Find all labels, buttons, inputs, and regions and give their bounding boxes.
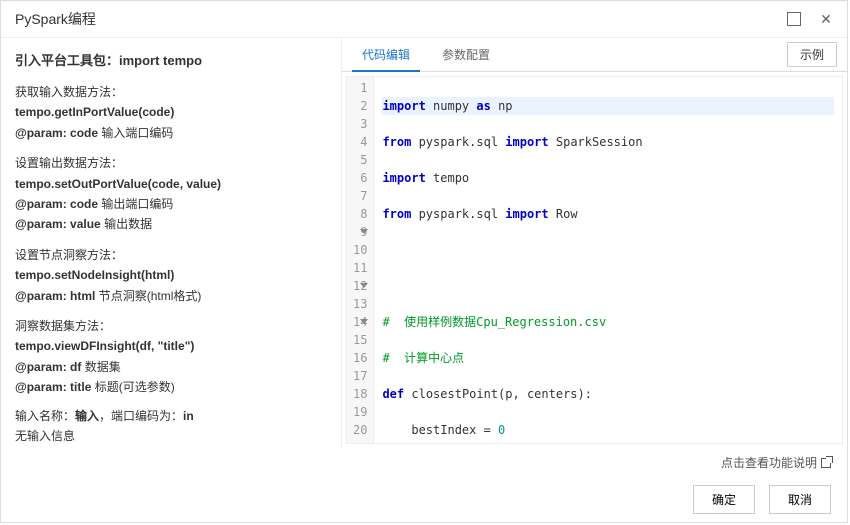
tab-param-config[interactable]: 参数配置 bbox=[432, 38, 500, 72]
pyspark-dialog: PySpark编程 ✕ 引入平台工具包：import tempo 获取输入数据方… bbox=[0, 0, 848, 523]
section-get-input: 获取输入数据方法： tempo.getInPortValue(code) @pa… bbox=[15, 82, 327, 143]
help-link[interactable]: 点击查看功能说明 bbox=[721, 456, 831, 470]
cancel-button[interactable]: 取消 bbox=[769, 485, 831, 514]
titlebar: PySpark编程 ✕ bbox=[1, 1, 847, 38]
method-sig: tempo.getInPortValue(code) bbox=[15, 102, 327, 122]
section-node-insight: 设置节点洞察方法： tempo.setNodeInsight(html) @pa… bbox=[15, 245, 327, 306]
tab-code-edit[interactable]: 代码编辑 bbox=[352, 38, 420, 72]
dialog-body: 引入平台工具包：import tempo 获取输入数据方法： tempo.get… bbox=[1, 38, 847, 448]
input-info: 输入名称：输入，端口编码为：in bbox=[15, 406, 327, 426]
section-title: 获取输入数据方法： bbox=[15, 82, 327, 102]
window-title: PySpark编程 bbox=[15, 9, 96, 29]
editor-panel: 代码编辑 参数配置 示例 123456789101112131415161718… bbox=[341, 38, 847, 448]
section-title: 设置输出数据方法： bbox=[15, 153, 327, 173]
line-gutter: 12345678910111213141516171819202122 bbox=[347, 77, 374, 443]
code-area[interactable]: import numpy as np from pyspark.sql impo… bbox=[374, 77, 842, 443]
window-controls: ✕ bbox=[787, 12, 833, 26]
import-header: 引入平台工具包：import tempo bbox=[15, 50, 327, 72]
doc-panel: 引入平台工具包：import tempo 获取输入数据方法： tempo.get… bbox=[1, 38, 341, 448]
example-button[interactable]: 示例 bbox=[787, 42, 837, 67]
code-editor[interactable]: 12345678910111213141516171819202122 impo… bbox=[346, 76, 843, 444]
close-icon[interactable]: ✕ bbox=[819, 12, 833, 26]
hint-row: 点击查看功能说明 bbox=[1, 448, 847, 477]
maximize-icon[interactable] bbox=[787, 12, 801, 26]
section-set-output: 设置输出数据方法： tempo.setOutPortValue(code, va… bbox=[15, 153, 327, 235]
footer: 确定 取消 bbox=[1, 477, 847, 522]
section-df-insight: 洞察数据集方法： tempo.viewDFInsight(df, "title"… bbox=[15, 316, 327, 398]
external-link-icon bbox=[821, 458, 831, 468]
tab-bar: 代码编辑 参数配置 示例 bbox=[342, 38, 847, 72]
section-title: 洞察数据集方法： bbox=[15, 316, 327, 336]
ok-button[interactable]: 确定 bbox=[693, 485, 755, 514]
method-sig: tempo.setOutPortValue(code, value) bbox=[15, 174, 327, 194]
section-title: 设置节点洞察方法： bbox=[15, 245, 327, 265]
method-sig: tempo.viewDFInsight(df, "title") bbox=[15, 336, 327, 356]
method-sig: tempo.setNodeInsight(html) bbox=[15, 265, 327, 285]
no-input-info: 无输入信息 bbox=[15, 426, 327, 446]
